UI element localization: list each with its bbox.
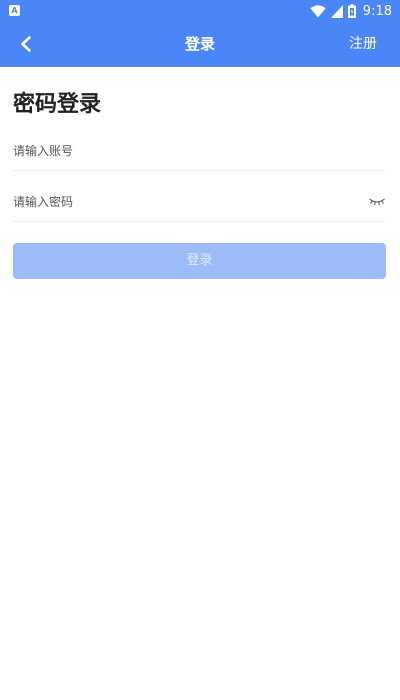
account-field: [13, 133, 386, 171]
account-input[interactable]: [13, 133, 386, 169]
register-button[interactable]: 注册: [349, 22, 377, 67]
eye-closed-icon[interactable]: [368, 192, 386, 210]
app-notification-icon: A: [9, 5, 20, 16]
cellular-signal-icon: [330, 4, 343, 18]
status-icons: 9:18: [310, 2, 392, 20]
login-screen: A 9:18 登录 注册 密码登录 请输入账号 登录: [0, 0, 400, 700]
page-title: 登录: [184, 35, 215, 53]
login-submit-button[interactable]: 登录: [13, 243, 386, 279]
battery-icon: [347, 4, 356, 18]
password-login-heading: 密码登录: [13, 92, 102, 117]
status-time: 9:18: [362, 3, 392, 19]
password-field: [13, 184, 386, 222]
password-input[interactable]: [13, 184, 353, 220]
status-bar: A 9:18: [0, 0, 400, 22]
app-bar: 登录 注册: [0, 22, 400, 67]
back-button[interactable]: [8, 26, 44, 62]
chevron-left-icon: [21, 36, 31, 52]
wifi-icon: [310, 4, 326, 17]
